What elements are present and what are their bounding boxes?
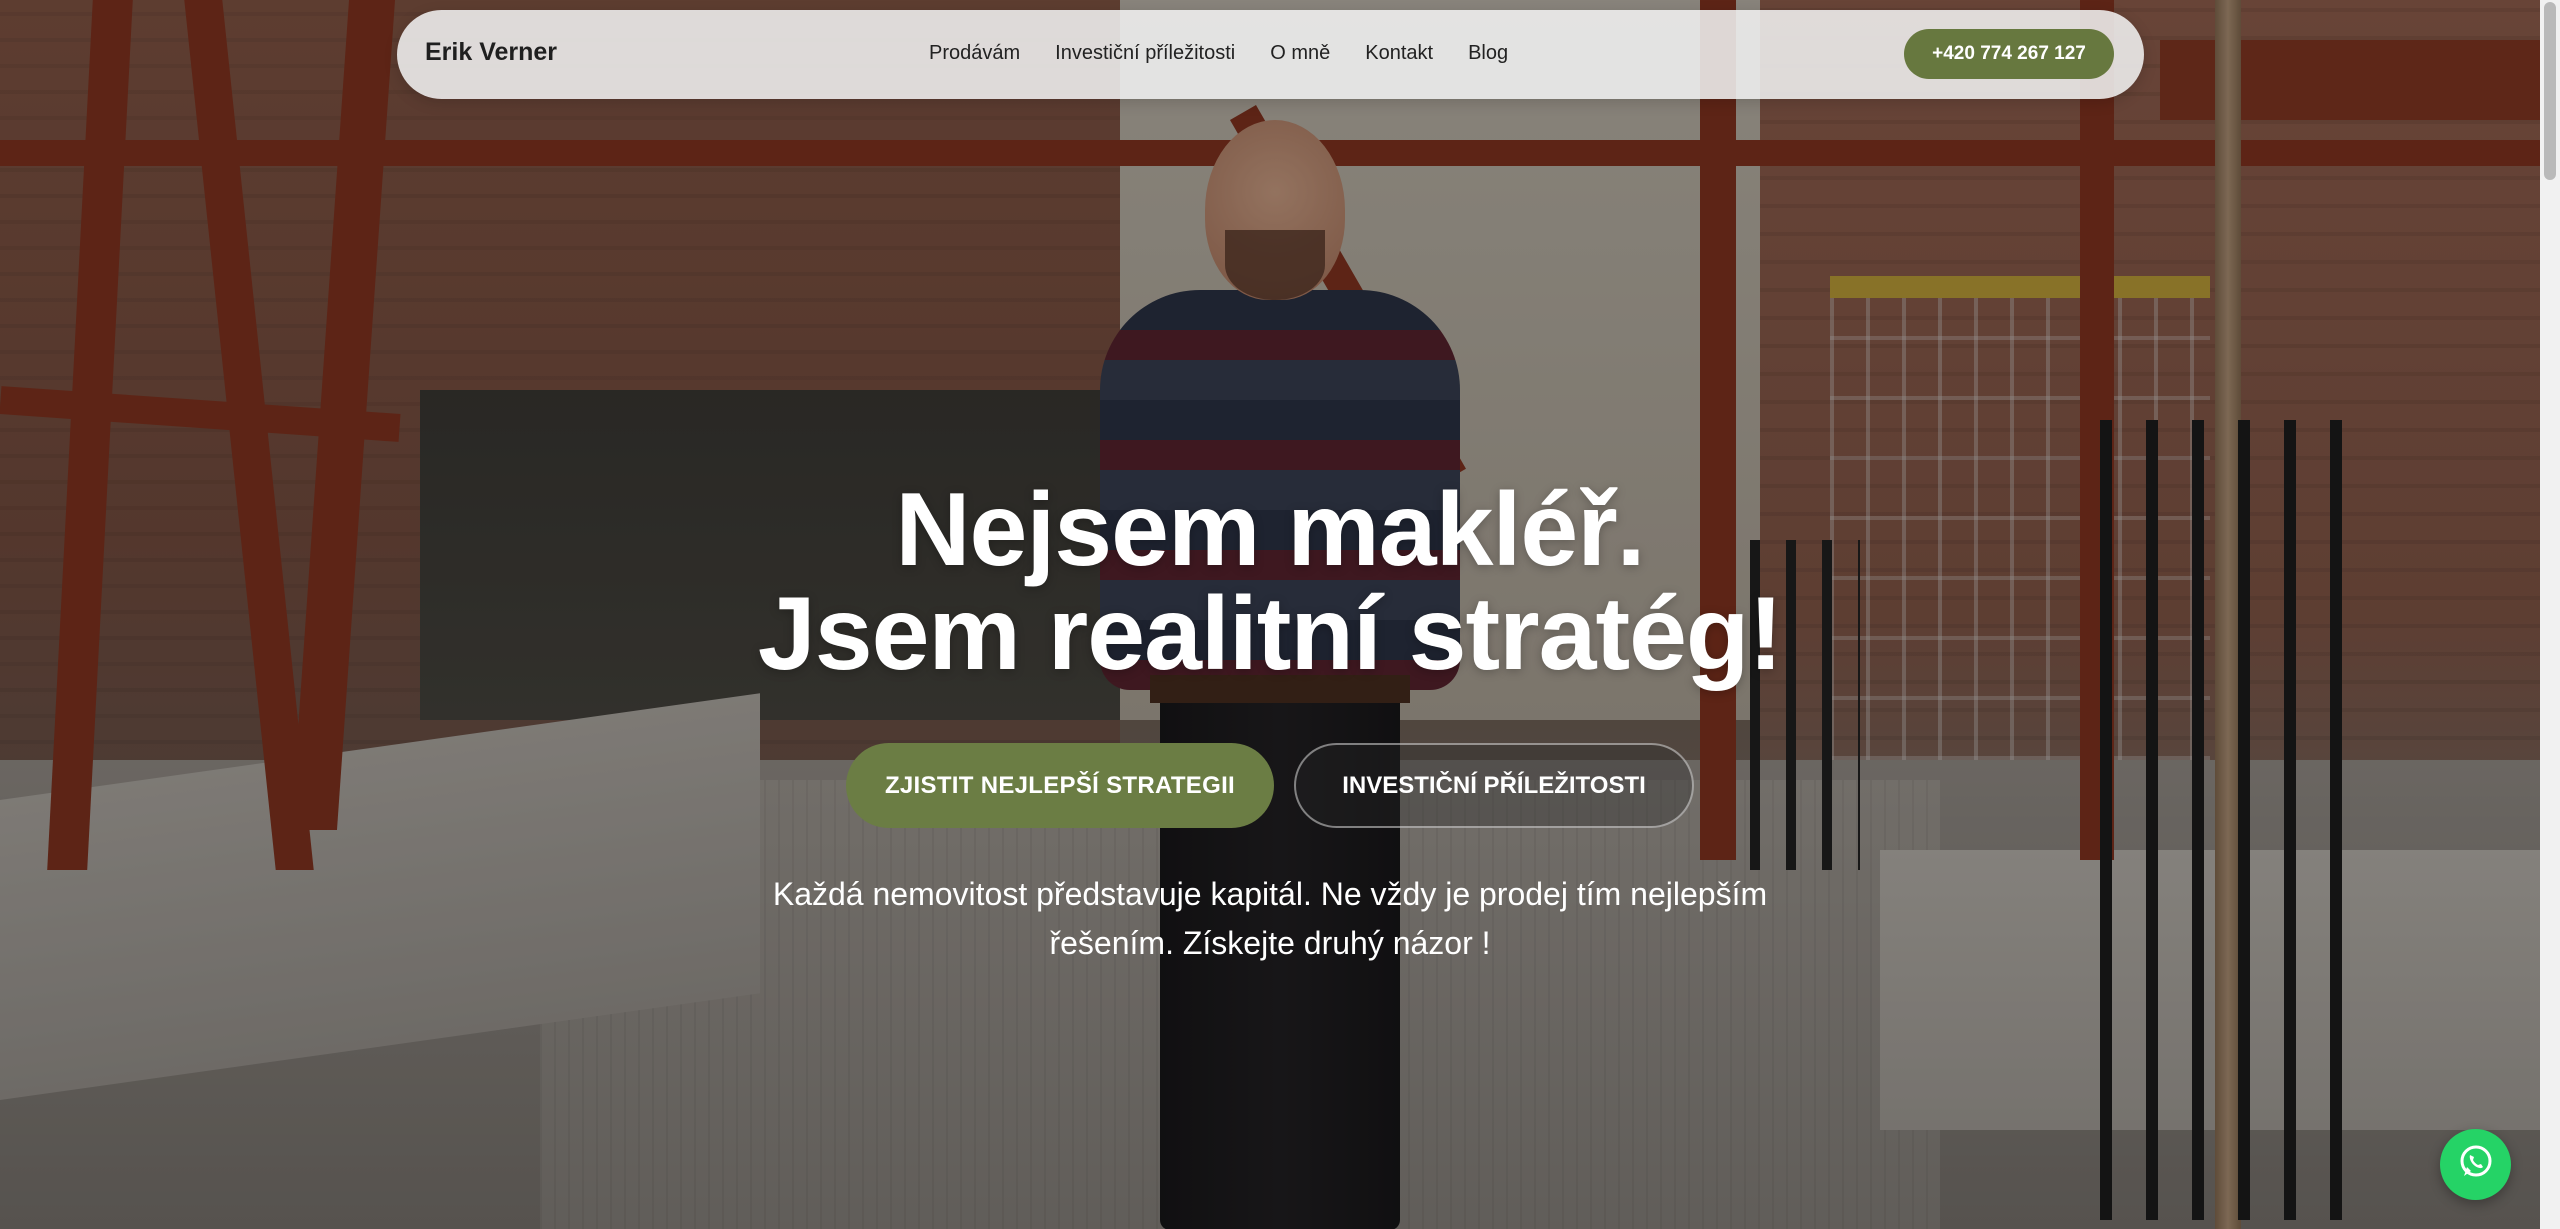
nav-item-prodavam[interactable]: Prodávám bbox=[929, 42, 1020, 65]
page-scrollbar[interactable] bbox=[2540, 0, 2560, 1229]
nav-menu: Prodávám Investiční příležitosti O mně K… bbox=[929, 42, 1543, 65]
nav-item-blog[interactable]: Blog bbox=[1468, 42, 1508, 65]
primary-cta-button[interactable]: ZJISTIT NEJLEPŠÍ STRATEGII bbox=[846, 743, 1274, 828]
scrollbar-thumb[interactable] bbox=[2544, 2, 2556, 180]
phone-button[interactable]: +420 774 267 127 bbox=[1904, 29, 2114, 79]
brand-logo[interactable]: Erik Verner bbox=[425, 38, 557, 67]
navbar: Erik Verner Prodávám Investiční příležit… bbox=[397, 10, 2144, 99]
hero-subtext: Každá nemovitost představuje kapitál. Ne… bbox=[772, 876, 1768, 961]
nav-item-o-mne[interactable]: O mně bbox=[1270, 42, 1330, 65]
hero-headline-line2: Jsem realitní stratég! bbox=[757, 576, 1783, 692]
hero-headline-line1: Nejsem makléř. bbox=[895, 472, 1645, 588]
nav-item-kontakt[interactable]: Kontakt bbox=[1365, 42, 1433, 65]
whatsapp-icon bbox=[2456, 1142, 2496, 1187]
whatsapp-chat-button[interactable] bbox=[2440, 1129, 2511, 1200]
nav-item-investicni-prilezitosti[interactable]: Investiční příležitosti bbox=[1055, 42, 1235, 65]
secondary-cta-button[interactable]: INVESTIČNÍ PŘÍLEŽITOSTI bbox=[1294, 743, 1694, 828]
